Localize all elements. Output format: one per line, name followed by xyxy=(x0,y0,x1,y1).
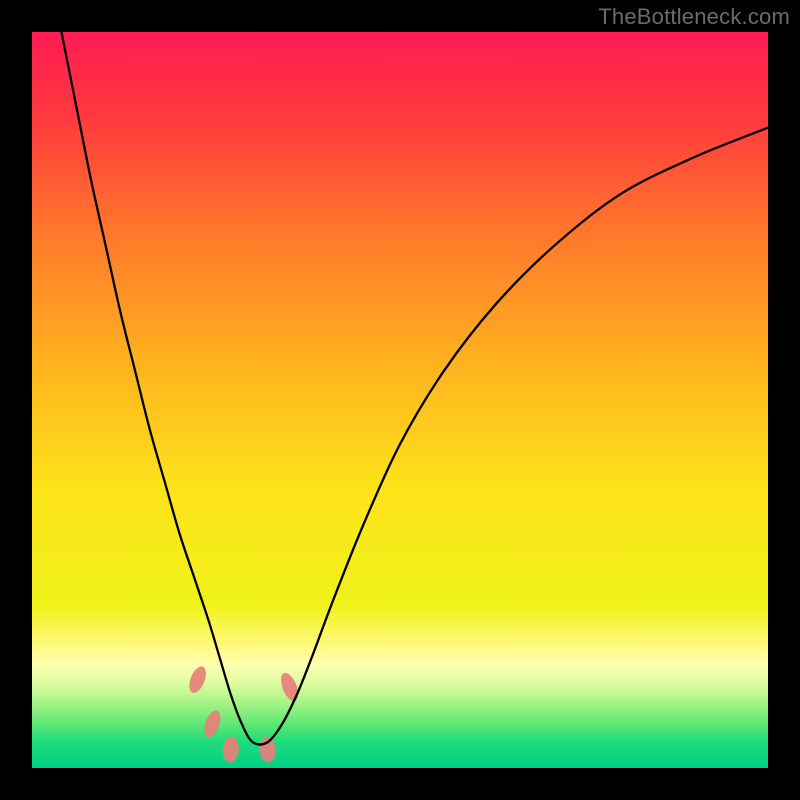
figure-frame: TheBottleneck.com xyxy=(0,0,800,800)
markers-group xyxy=(186,664,302,763)
marker-left-upper xyxy=(186,664,209,695)
marker-left-lower xyxy=(201,708,224,739)
watermark-text: TheBottleneck.com xyxy=(598,4,790,30)
curve-layer xyxy=(32,32,768,768)
marker-right-upper xyxy=(277,671,301,704)
plot-area xyxy=(32,32,768,768)
marker-bottom-right xyxy=(258,736,276,763)
marker-bottom-left xyxy=(222,736,240,763)
bottleneck-curve xyxy=(61,32,768,745)
